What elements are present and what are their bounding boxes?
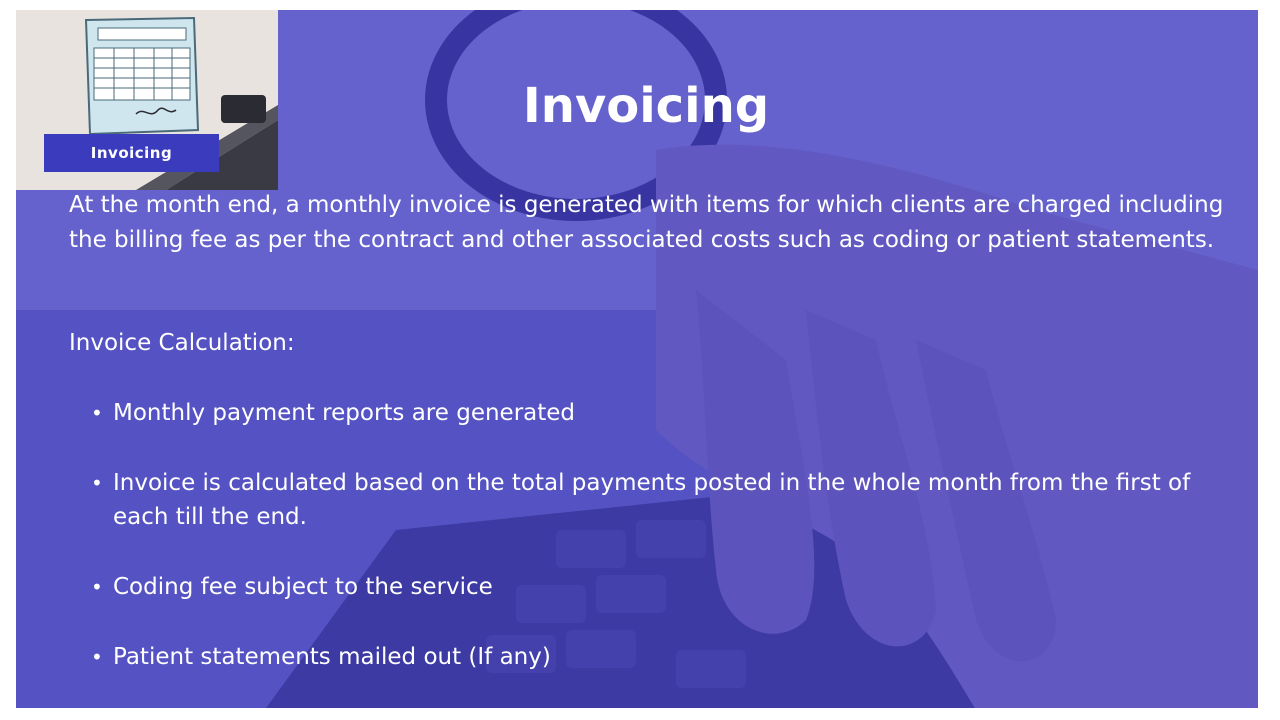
bullet-text: Coding fee subject to the service [113,574,493,600]
invoicing-thumbnail-image: Invoicing [16,10,278,190]
bullet-marker: • [91,645,103,669]
bullet-text: Monthly payment reports are generated [113,400,576,426]
bullet-text: Patient statements mailed out (If any) [113,644,551,670]
bullet-marker: • [91,575,103,599]
bullet-item: • Patient statements mailed out (If any) [91,640,1201,674]
slide: Invoicing Invoicing At the month end, a … [16,10,1258,708]
bullet-item: • Invoice is calculated based on the tot… [91,466,1201,534]
intro-paragraph: At the month end, a monthly invoice is g… [69,192,1224,253]
thumbnail-caption: Invoicing [44,134,219,172]
slide-title: Invoicing [522,78,770,134]
bullet-text: Invoice is calculated based on the total… [113,470,1191,530]
bullet-item: • Monthly payment reports are generated [91,396,1201,430]
bullet-item: • Coding fee subject to the service [91,570,1201,604]
invoice-calculation-heading: Invoice Calculation: [69,330,295,356]
bullet-marker: • [91,471,103,495]
bullet-marker: • [91,401,103,425]
